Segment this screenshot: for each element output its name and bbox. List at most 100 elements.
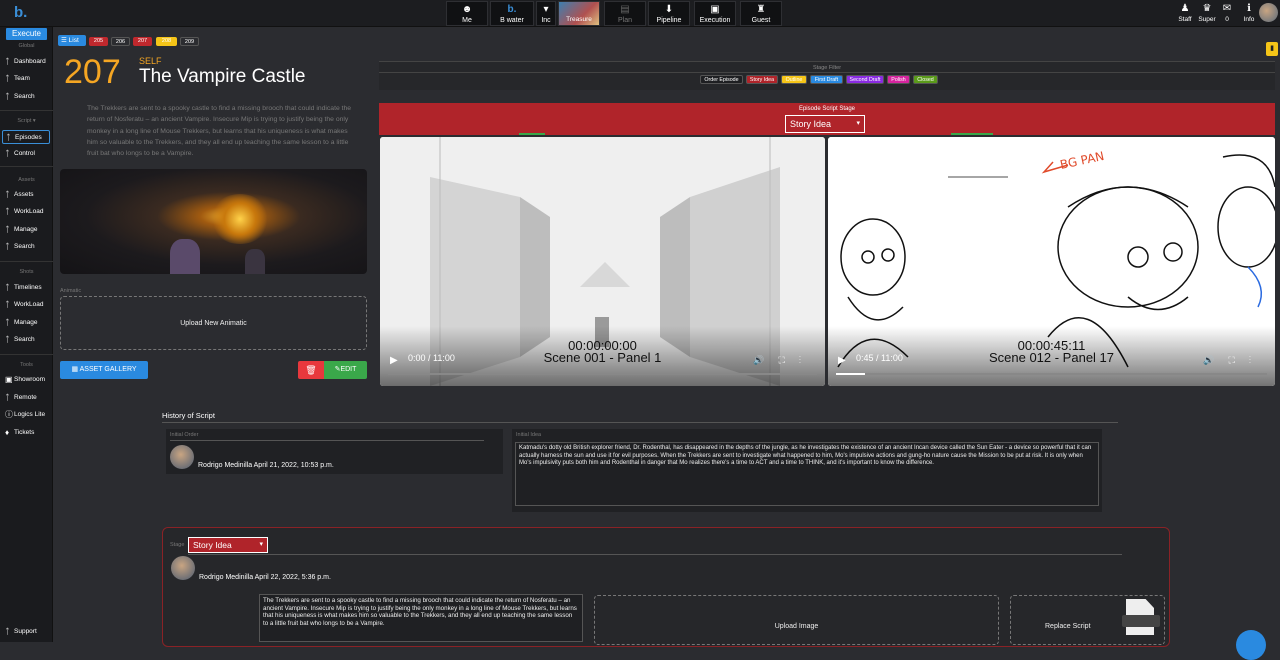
sidebar-item-control[interactable]: ᛏ Control xyxy=(2,147,50,161)
branch-icon: ᛏ xyxy=(5,207,10,216)
trash-icon: 🗑 xyxy=(305,365,317,375)
video-progress-bar[interactable] xyxy=(836,373,1267,375)
episode-tag-207[interactable]: 207 xyxy=(133,37,152,46)
nav-project-treasure[interactable]: Treasure xyxy=(558,1,600,26)
episode-tag-206[interactable]: 206 xyxy=(111,37,130,46)
video-player-2[interactable]: BG PAN 00:00:45:11 Scene 012 - Panel 17 … xyxy=(828,137,1275,386)
sidebar-item-assets[interactable]: ᛏ Assets xyxy=(2,188,50,202)
guest-icon: ♜ xyxy=(756,4,766,15)
video-player-1[interactable]: 00:00:00:00 Scene 001 - Panel 1 ▶ 0:00 /… xyxy=(380,137,825,386)
section-script: Script ▾ xyxy=(17,118,36,124)
initial-order-author: Rodrigo Medinilla April 21, 2022, 10:53 … xyxy=(198,462,334,469)
nav-plan[interactable]: ▤ Plan xyxy=(604,1,646,26)
episode-tag-208[interactable]: 208 xyxy=(156,37,177,46)
branch-icon: ᛏ xyxy=(5,74,10,83)
ticket-icon: ♦ xyxy=(5,428,10,437)
initial-order-label: Initial Order xyxy=(170,432,199,438)
super-button[interactable]: ♛ Super xyxy=(1196,1,1218,26)
sidebar-item-search[interactable]: ᛏ Search xyxy=(2,90,50,104)
dropdown-icon: ▾ xyxy=(543,4,549,15)
top-bar: b. ☻ Me b. B water ▾ Inc Treasure ▤ Plan ⬇ Pi… xyxy=(0,0,1280,27)
user-icon: ☻ xyxy=(461,4,473,15)
script-stage-title: Episode Script Stage xyxy=(798,106,856,112)
sidebar-item-manage[interactable]: ᛏ Manage xyxy=(2,223,50,237)
initial-order-card: Initial Order Rodrigo Medinilla April 21… xyxy=(166,429,503,474)
stage-chip-first-draft[interactable]: First Draft xyxy=(810,75,843,84)
branch-icon: ᛏ xyxy=(6,133,11,142)
info-icon: ℹ xyxy=(1247,3,1251,14)
nav-execution[interactable]: ▣ Execution xyxy=(694,1,736,26)
video-progress-bar[interactable] xyxy=(388,373,817,375)
play-icon[interactable]: ▶ xyxy=(390,355,398,366)
nav-b-water[interactable]: b. B water xyxy=(490,1,534,26)
sidebar-item-dashboard[interactable]: ᛏ Dashboard xyxy=(2,55,50,69)
nav-guest[interactable]: ♜ Guest xyxy=(740,1,782,26)
sidebar-item-workload[interactable]: ᛏ WorkLoad xyxy=(2,205,50,219)
sidebar-item-showroom[interactable]: ▣ Showroom xyxy=(2,373,50,387)
edit-button[interactable]: ✎EDIT xyxy=(324,361,367,379)
sidebar-item-remote[interactable]: ᛏ Remote xyxy=(2,391,50,405)
stage-chip-polish[interactable]: Polish xyxy=(887,75,910,84)
nav-pipeline[interactable]: ⬇ Pipeline xyxy=(648,1,690,26)
stage-chip-outline[interactable]: Outline xyxy=(781,75,807,84)
branch-icon: ᛏ xyxy=(5,335,10,344)
initial-idea-textarea[interactable]: Katmadu's dotty old British explorer fri… xyxy=(515,442,1099,506)
sidebar-item-episodes[interactable]: ᛏ Episodes xyxy=(2,130,50,144)
sidebar-item-shots-workload[interactable]: ᛏ WorkLoad xyxy=(2,298,50,312)
map-icon: ▤ xyxy=(620,4,630,15)
stage-chip-order-episode[interactable]: Order Episode xyxy=(700,75,743,84)
list-button[interactable]: ☰ List xyxy=(58,35,86,46)
upload-image-dropzone[interactable]: Upload Image xyxy=(594,595,999,645)
info-button[interactable]: ℹ Info xyxy=(1238,1,1260,26)
script-stage-select[interactable]: Story Idea ▾ xyxy=(785,115,865,133)
sidebar-item-team[interactable]: ᛏ Team xyxy=(2,72,50,86)
branch-icon: ᛏ xyxy=(5,393,10,402)
section-tools: Tools xyxy=(20,362,33,368)
episode-tag-209[interactable]: 209 xyxy=(180,37,199,46)
asset-gallery-button[interactable]: ▦ ASSET GALLERY xyxy=(60,361,148,379)
branch-icon: ᛏ xyxy=(5,92,10,101)
delete-button[interactable]: 🗑 xyxy=(298,361,324,379)
gallery-icon: ▦ xyxy=(71,366,79,373)
section-shots: Shots xyxy=(19,269,34,275)
chat-fab-button[interactable] xyxy=(1236,630,1266,660)
sidebar-item-tickets[interactable]: ♦ Tickets xyxy=(2,426,50,440)
b-logo-icon: b. xyxy=(507,4,517,15)
play-icon[interactable]: ▶ xyxy=(838,355,846,366)
video-time: 0:45 / 11:00 xyxy=(856,353,903,363)
upload-animatic-dropzone[interactable]: Upload New Animatic xyxy=(60,296,367,350)
execute-button[interactable]: Execute xyxy=(6,28,47,40)
sidebar: Execute Global ᛏ Dashboard ᛏ Team ᛏ Search … xyxy=(0,27,53,642)
app-logo[interactable]: b. xyxy=(14,4,36,22)
notes-icon[interactable]: ▮ xyxy=(1266,42,1278,56)
video-controls-icons[interactable]: 🔊⛶⋮ xyxy=(1203,355,1265,366)
episode-title: The Vampire Castle xyxy=(139,66,306,87)
messages-button[interactable]: ✉ 0 xyxy=(1216,1,1238,26)
sidebar-item-assets-search[interactable]: ᛏ Search xyxy=(2,240,50,254)
sidebar-item-timelines[interactable]: ᛏ Timelines xyxy=(2,281,50,295)
episode-tag-205[interactable]: 205 xyxy=(89,37,108,46)
nav-inc[interactable]: ▾ Inc xyxy=(536,1,556,26)
avatar xyxy=(171,556,195,580)
avatar[interactable] xyxy=(1259,3,1278,22)
stage-select[interactable]: Story Idea ▾ xyxy=(188,537,268,553)
branch-icon: ᛏ xyxy=(5,242,10,251)
stage-chip-closed[interactable]: Closed xyxy=(913,75,938,84)
episode-thumbnail xyxy=(60,169,367,274)
stage-chip-story-idea[interactable]: Story Idea xyxy=(746,75,778,84)
episode-synopsis: The Trekkers are sent to a spooky castle… xyxy=(87,105,352,158)
section-global: Global xyxy=(18,43,35,49)
initial-idea-label: Initial Idea xyxy=(516,432,542,438)
sidebar-item-support[interactable]: ᛏ Support xyxy=(2,625,50,639)
video-controls-icons[interactable]: 🔊⛶⋮ xyxy=(753,355,815,366)
stage-chip-second-draft[interactable]: Second Draft xyxy=(846,75,884,84)
stage-entry-textarea[interactable]: The Trekkers are sent to a spooky castle… xyxy=(259,594,583,642)
video-time: 0:00 / 11:00 xyxy=(408,353,455,363)
nav-me[interactable]: ☻ Me xyxy=(446,1,488,26)
sidebar-item-logics-lite[interactable]: ⓘ Logics Lite xyxy=(2,408,50,422)
sidebar-item-shots-manage[interactable]: ᛏ Manage xyxy=(2,316,50,330)
sidebar-item-shots-search[interactable]: ᛏ Search xyxy=(2,333,50,347)
branch-icon: ᛏ xyxy=(5,149,10,158)
staff-button[interactable]: ♟ Staff xyxy=(1174,1,1196,26)
stage-filter-title: Stage Filter xyxy=(812,65,842,71)
